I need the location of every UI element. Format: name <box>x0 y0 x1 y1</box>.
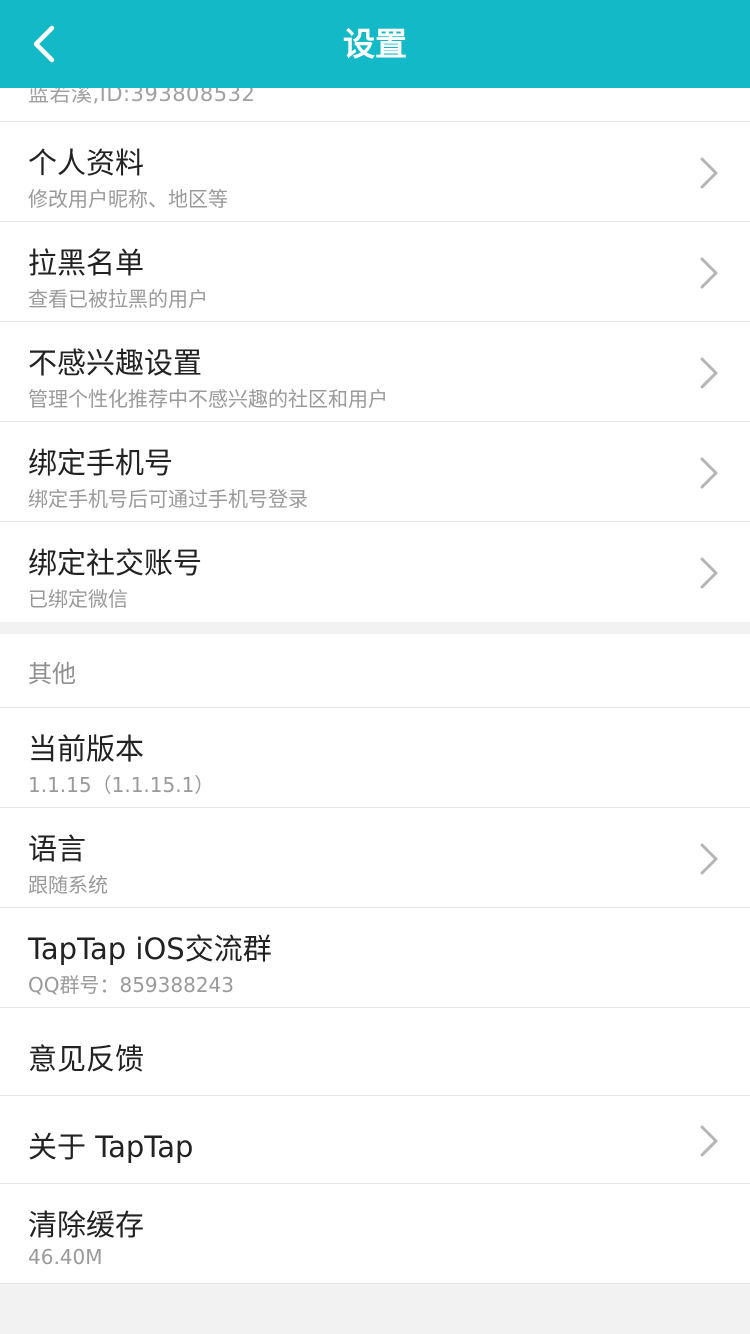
row-not-interested[interactable]: 不感兴趣设置 管理个性化推荐中不感兴趣的社区和用户 <box>0 322 750 422</box>
row-subtitle: QQ群号：859388243 <box>28 973 235 997</box>
row-about[interactable]: 关于 TapTap <box>0 1096 750 1184</box>
row-clear-cache[interactable]: 清除缓存 46.40M <box>0 1184 750 1284</box>
row-ios-group[interactable]: TapTap iOS交流群 QQ群号：859388243 <box>0 908 750 1008</box>
row-title: 拉黑名单 <box>28 246 145 280</box>
row-feedback[interactable]: 意见反馈 <box>0 1008 750 1096</box>
nav-bar: 设置 <box>0 0 750 88</box>
row-subtitle: 跟随系统 <box>28 873 108 897</box>
row-subtitle: 已绑定微信 <box>28 587 128 611</box>
chevron-right-icon <box>700 357 718 389</box>
row-subtitle: 绑定手机号后可通过手机号登录 <box>28 487 308 511</box>
row-title: 个人资料 <box>28 146 145 180</box>
row-title: 清除缓存 <box>28 1208 145 1242</box>
chevron-right-icon <box>700 557 718 589</box>
row-bind-social[interactable]: 绑定社交账号 已绑定微信 <box>0 522 750 622</box>
other-settings-group: 其他 当前版本 1.1.15（1.1.15.1） 语言 跟随系统 TapTap … <box>0 634 750 1284</box>
chevron-right-icon <box>700 1125 718 1157</box>
row-subtitle: 46.40M <box>28 1245 103 1269</box>
row-title: 语言 <box>28 832 87 866</box>
row-title: 意见反馈 <box>28 1042 145 1076</box>
row-profile[interactable]: 个人资料 修改用户昵称、地区等 <box>0 122 750 222</box>
section-header-label: 其他 <box>28 660 76 688</box>
chevron-right-icon <box>700 157 718 189</box>
page-title: 设置 <box>342 25 407 63</box>
row-title: TapTap iOS交流群 <box>28 932 272 966</box>
row-subtitle: 查看已被拉黑的用户 <box>28 287 208 311</box>
row-title: 关于 TapTap <box>28 1130 194 1164</box>
chevron-right-icon <box>700 257 718 289</box>
chevron-right-icon <box>700 843 718 875</box>
account-settings-group: 个人资料 修改用户昵称、地区等 拉黑名单 查看已被拉黑的用户 不感兴趣设置 管理… <box>0 122 750 622</box>
row-language[interactable]: 语言 跟随系统 <box>0 808 750 908</box>
row-title: 绑定手机号 <box>28 446 174 480</box>
row-bind-phone[interactable]: 绑定手机号 绑定手机号后可通过手机号登录 <box>0 422 750 522</box>
row-blacklist[interactable]: 拉黑名单 查看已被拉黑的用户 <box>0 222 750 322</box>
row-title: 当前版本 <box>28 732 145 766</box>
row-subtitle: 修改用户昵称、地区等 <box>28 187 228 211</box>
chevron-right-icon <box>700 457 718 489</box>
row-current-version[interactable]: 当前版本 1.1.15（1.1.15.1） <box>0 708 750 808</box>
row-subtitle: 管理个性化推荐中不感兴趣的社区和用户 <box>28 387 388 411</box>
row-title: 不感兴趣设置 <box>28 346 203 380</box>
row-subtitle: 1.1.15（1.1.15.1） <box>28 773 215 797</box>
row-title: 绑定社交账号 <box>28 546 203 580</box>
section-header-other: 其他 <box>0 634 750 708</box>
